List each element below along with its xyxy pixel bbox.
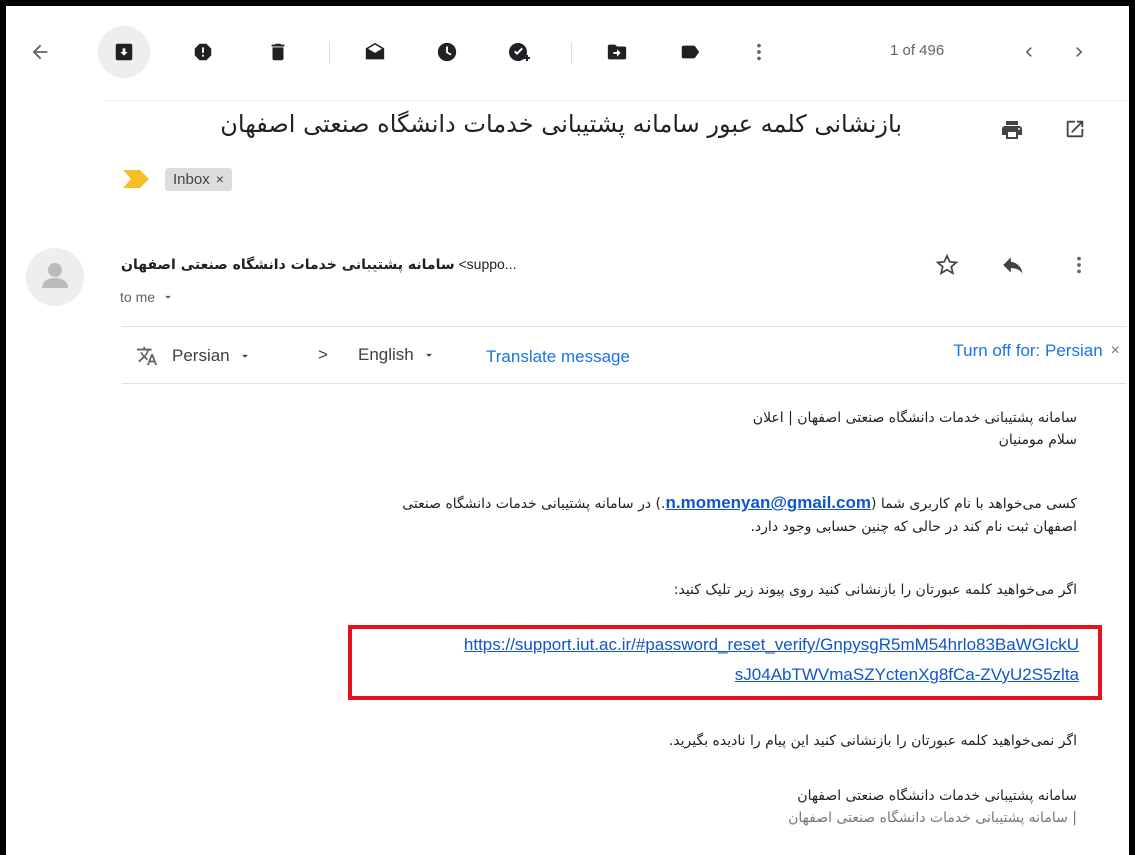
- chevron-left-icon[interactable]: [1012, 28, 1046, 76]
- toolbar-bottom-border: [106, 100, 1129, 101]
- body-paragraph-2: اگر می‌خواهید کلمه عبورتان را بازنشانی ک…: [673, 582, 1077, 598]
- sender-email: <suppo...: [458, 256, 517, 272]
- print-icon[interactable]: [1000, 118, 1024, 147]
- snooze-icon[interactable]: [430, 28, 464, 76]
- para1-start: کسی می‌خواهد با نام کاربری شما (: [870, 496, 1077, 512]
- signature-line1: سامانه پشتیبانی خدمات دانشگاه صنعتی اصفه…: [797, 788, 1077, 804]
- back-arrow-icon[interactable]: [16, 28, 64, 76]
- inbox-label-text: Inbox: [173, 170, 210, 188]
- move-to-icon[interactable]: [600, 28, 634, 76]
- archive-icon[interactable]: [98, 26, 150, 78]
- translate-message-link[interactable]: Translate message: [486, 347, 630, 367]
- target-language-select[interactable]: English: [358, 345, 436, 365]
- label-icon[interactable]: [673, 28, 707, 76]
- translate-icon: [136, 346, 158, 366]
- signature-line2: | سامانه پشتیبانی خدمات دانشگاه صنعتی اص…: [788, 810, 1077, 827]
- pager-text: 1 of 496: [890, 42, 945, 59]
- source-language-label: Persian: [172, 346, 230, 365]
- email-view: 1 of 496 بازنشانی کلمه عبور سامانه پشتیب…: [0, 0, 1135, 855]
- star-icon[interactable]: [934, 252, 960, 283]
- toolbar: 1 of 496: [6, 26, 1129, 101]
- remove-label-icon[interactable]: ×: [216, 171, 224, 187]
- open-in-new-icon[interactable]: [1064, 118, 1086, 145]
- add-task-icon[interactable]: [502, 28, 536, 76]
- signature: سامانه پشتیبانی خدمات دانشگاه صنعتی اصفه…: [97, 785, 1077, 830]
- avatar: [26, 248, 84, 306]
- delete-icon[interactable]: [261, 28, 295, 76]
- email-address-link[interactable]: n.momenyan@gmail.com: [665, 493, 871, 512]
- sender-name[interactable]: سامانه پشتیبانی خدمات دانشگاه صنعتی اصفه…: [121, 257, 455, 273]
- mark-unread-icon[interactable]: [358, 28, 392, 76]
- body-header: سامانه پشتیبانی خدمات دانشگاه صنعتی اصفه…: [97, 407, 1077, 452]
- source-language-select[interactable]: Persian: [136, 345, 252, 367]
- turn-off-translation[interactable]: Turn off for: Persian ×: [953, 341, 1120, 361]
- importance-marker-icon[interactable]: [123, 170, 149, 188]
- labels-row: Inbox ×: [123, 166, 232, 192]
- report-spam-icon[interactable]: [186, 28, 220, 76]
- caret-down-icon: [241, 354, 248, 358]
- toolbar-divider: [571, 42, 572, 64]
- inbox-label-chip[interactable]: Inbox ×: [165, 167, 232, 191]
- sender-line: سامانه پشتیبانی خدمات دانشگاه صنعتی اصفه…: [121, 256, 516, 273]
- password-reset-link[interactable]: https://support.iut.ac.ir/#password_rese…: [335, 630, 1079, 690]
- body-announcement-line: سامانه پشتیبانی خدمات دانشگاه صنعتی اصفه…: [752, 410, 1077, 426]
- para1-end: .) در سامانه پشتیبانی خدمات دانشگاه صنعت…: [402, 496, 666, 512]
- recipient-details[interactable]: to me: [120, 289, 175, 305]
- reset-link-line1[interactable]: https://support.iut.ac.ir/#password_rese…: [335, 630, 1079, 660]
- reset-link-line2[interactable]: sJ04AbTWVmaSZYctenXg8fCa-ZVyU2S5zlta: [335, 660, 1079, 690]
- to-me-text: to me: [120, 289, 156, 305]
- language-arrow: >: [318, 345, 328, 364]
- toolbar-divider: [329, 42, 330, 64]
- translate-bar: Persian > English Translate message Turn…: [122, 326, 1126, 384]
- more-vert-icon[interactable]: [742, 28, 776, 76]
- body-paragraph-3: اگر نمی‌خواهید کلمه عبورتان را بازنشانی …: [668, 733, 1077, 749]
- chevron-down-icon: [165, 295, 171, 299]
- target-language-label: English: [358, 345, 414, 364]
- chevron-right-icon[interactable]: [1062, 28, 1096, 76]
- body-greeting: سلام مومنیان: [998, 432, 1077, 449]
- caret-down-icon: [425, 353, 432, 357]
- message-more-icon[interactable]: [1068, 252, 1090, 283]
- reply-icon[interactable]: [1000, 252, 1026, 283]
- email-subject: بازنشانی کلمه عبور سامانه پشتیبانی خدمات…: [220, 110, 902, 138]
- para1-line2: اصفهان ثبت نام کند در حالی که چنین حسابی…: [750, 519, 1077, 536]
- close-translation-icon[interactable]: ×: [1111, 342, 1120, 360]
- turn-off-label: Turn off for: Persian: [953, 341, 1103, 360]
- body-paragraph-1: کسی می‌خواهد با نام کاربری شما (n.momeny…: [97, 489, 1077, 539]
